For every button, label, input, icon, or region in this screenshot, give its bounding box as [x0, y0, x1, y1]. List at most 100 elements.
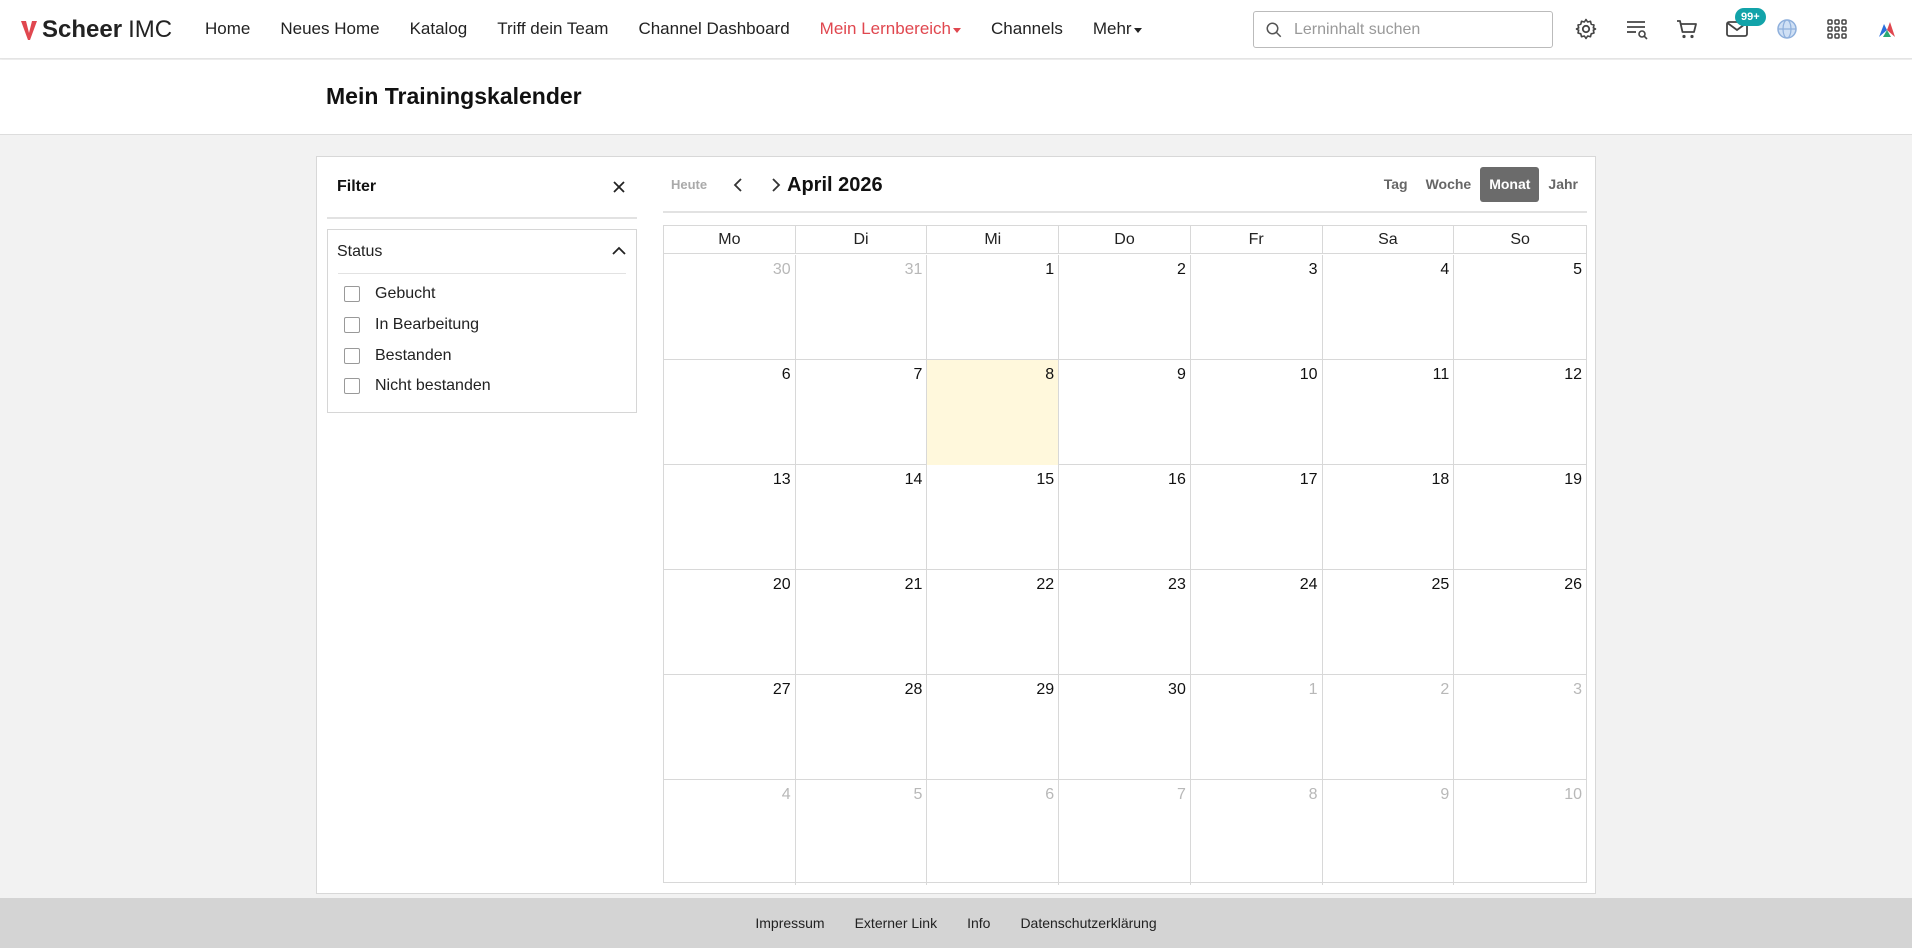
profile-logo-icon[interactable] [1875, 17, 1899, 41]
nav-item-label: Neues Home [280, 19, 380, 38]
filter-header: Filter [327, 157, 637, 219]
filter-title: Filter [337, 178, 377, 195]
calendar-day[interactable]: 20 [664, 570, 796, 675]
footer-link-info[interactable]: Info [967, 915, 990, 931]
nav-item-channels[interactable]: Channels [991, 19, 1063, 39]
calendar-day[interactable]: 28 [796, 675, 928, 780]
nav-item-katalog[interactable]: Katalog [410, 19, 468, 39]
calendar-day[interactable]: 10 [1454, 780, 1586, 885]
chevron-left-icon[interactable] [727, 174, 749, 196]
calendar-day[interactable]: 7 [1059, 780, 1191, 885]
status-option-in-bearbeitung[interactable]: In Bearbeitung [344, 314, 479, 336]
brand-logo[interactable]: Scheer IMC [20, 15, 172, 45]
calendar-week-row: 20 21 22 23 24 25 26 [664, 570, 1586, 675]
calendar-day[interactable]: 2 [1059, 255, 1191, 360]
calendar-day[interactable]: 6 [927, 780, 1060, 885]
day-number: 5 [1573, 261, 1582, 278]
calendar-day[interactable]: 1 [927, 255, 1060, 360]
chevron-right-icon[interactable] [765, 174, 787, 196]
calendar-day[interactable]: 9 [1323, 780, 1455, 885]
calendar-day[interactable]: 10 [1191, 360, 1323, 465]
calendar-day[interactable]: 8 [1191, 780, 1323, 885]
footer-link-externer-link[interactable]: Externer Link [855, 915, 937, 931]
calendar-day[interactable]: 13 [664, 465, 796, 570]
checkbox-label: In Bearbeitung [375, 316, 480, 333]
main-navigation: Home Neues Home Katalog Triff dein Team Chan… [190, 0, 1157, 58]
nav-item-channel-dashboard[interactable]: Channel Dashboard [638, 19, 789, 39]
close-icon[interactable] [609, 177, 629, 197]
day-number: 30 [1168, 681, 1186, 698]
day-number: 23 [1168, 576, 1186, 593]
checkbox[interactable] [344, 378, 360, 394]
calendar-day[interactable]: 11 [1323, 360, 1455, 465]
calendar-day-today[interactable]: 8 [927, 360, 1060, 465]
nav-item-label: Home [205, 19, 251, 38]
calendar-day[interactable]: 26 [1454, 570, 1586, 675]
calendar-day[interactable]: 5 [1454, 255, 1586, 360]
calendar-day[interactable]: 25 [1323, 570, 1455, 675]
cart-icon[interactable] [1675, 17, 1699, 41]
checkbox[interactable] [344, 348, 360, 364]
view-button-woche[interactable]: Woche [1417, 167, 1481, 202]
day-number: 11 [1432, 366, 1450, 383]
top-navigation-bar: Scheer IMC Home Neues Home Katalog Triff de… [0, 0, 1912, 59]
nav-item-mein-lernbereich[interactable]: Mein Lernbereich [820, 19, 962, 39]
calendar-day[interactable]: 23 [1059, 570, 1191, 675]
status-option-bestanden[interactable]: Bestanden [344, 345, 452, 367]
calendar-day[interactable]: 3 [1191, 255, 1323, 360]
status-option-gebucht[interactable]: Gebucht [344, 283, 435, 305]
calendar-day[interactable]: 31 [796, 255, 928, 360]
calendar-day[interactable]: 29 [927, 675, 1060, 780]
checkbox[interactable] [344, 317, 360, 333]
status-filter-toggle[interactable]: Status [337, 230, 626, 274]
nav-item-neues-home[interactable]: Neues Home [280, 19, 379, 39]
footer-link-datenschutzerklärung[interactable]: Datenschutzerklärung [1020, 915, 1156, 931]
calendar-day[interactable]: 4 [1323, 255, 1455, 360]
day-number: 14 [904, 471, 923, 488]
day-number: 7 [1176, 786, 1186, 803]
calendar-day[interactable]: 19 [1454, 465, 1586, 570]
day-number: 4 [781, 786, 791, 803]
nav-item-home[interactable]: Home [205, 19, 250, 39]
caret-down-icon [953, 27, 962, 33]
view-button-monat[interactable]: Monat [1480, 167, 1540, 202]
calendar-day[interactable]: 6 [664, 360, 796, 465]
calendar-day[interactable]: 15 [927, 465, 1060, 570]
nav-item-triff-dein-team[interactable]: Triff dein Team [497, 19, 608, 39]
calendar-day[interactable]: 30 [664, 255, 796, 360]
calendar-day[interactable]: 22 [927, 570, 1060, 675]
status-option-nicht-bestanden[interactable]: Nicht bestanden [344, 375, 491, 397]
calendar-day[interactable]: 21 [796, 570, 928, 675]
calendar-day[interactable]: 24 [1191, 570, 1323, 675]
search-input[interactable] [1294, 12, 1544, 47]
view-button-jahr[interactable]: Jahr [1539, 167, 1587, 202]
nav-item-mehr[interactable]: Mehr [1093, 19, 1142, 39]
calendar-day[interactable]: 1 [1191, 675, 1323, 780]
view-button-tag[interactable]: Tag [1375, 167, 1417, 202]
calendar-day[interactable]: 3 [1454, 675, 1586, 780]
globe-icon[interactable] [1775, 17, 1799, 41]
weekday-header: So [1510, 231, 1530, 248]
checkbox[interactable] [344, 286, 360, 302]
footer-link-impressum[interactable]: Impressum [755, 915, 824, 931]
calendar-day[interactable]: 2 [1323, 675, 1455, 780]
gear-icon[interactable] [1574, 17, 1598, 41]
calendar-day[interactable]: 27 [664, 675, 796, 780]
calendar-day[interactable]: 30 [1059, 675, 1191, 780]
calendar-day[interactable]: 4 [664, 780, 796, 885]
search-box[interactable] [1253, 11, 1553, 48]
today-button[interactable]: Heute [671, 177, 707, 192]
calendar-day[interactable]: 17 [1191, 465, 1323, 570]
calendar-day[interactable]: 12 [1454, 360, 1586, 465]
calendar-day[interactable]: 16 [1059, 465, 1191, 570]
apps-grid-icon[interactable] [1825, 17, 1849, 41]
calendar-day[interactable]: 5 [796, 780, 928, 885]
day-number: 17 [1299, 471, 1318, 488]
calendar-day[interactable]: 18 [1323, 465, 1455, 570]
calendar-day[interactable]: 14 [796, 465, 928, 570]
list-search-icon[interactable] [1625, 17, 1649, 41]
day-number: 18 [1431, 471, 1450, 488]
mail-badge: 99+ [1735, 8, 1766, 26]
calendar-day[interactable]: 7 [796, 360, 928, 465]
calendar-day[interactable]: 9 [1059, 360, 1191, 465]
